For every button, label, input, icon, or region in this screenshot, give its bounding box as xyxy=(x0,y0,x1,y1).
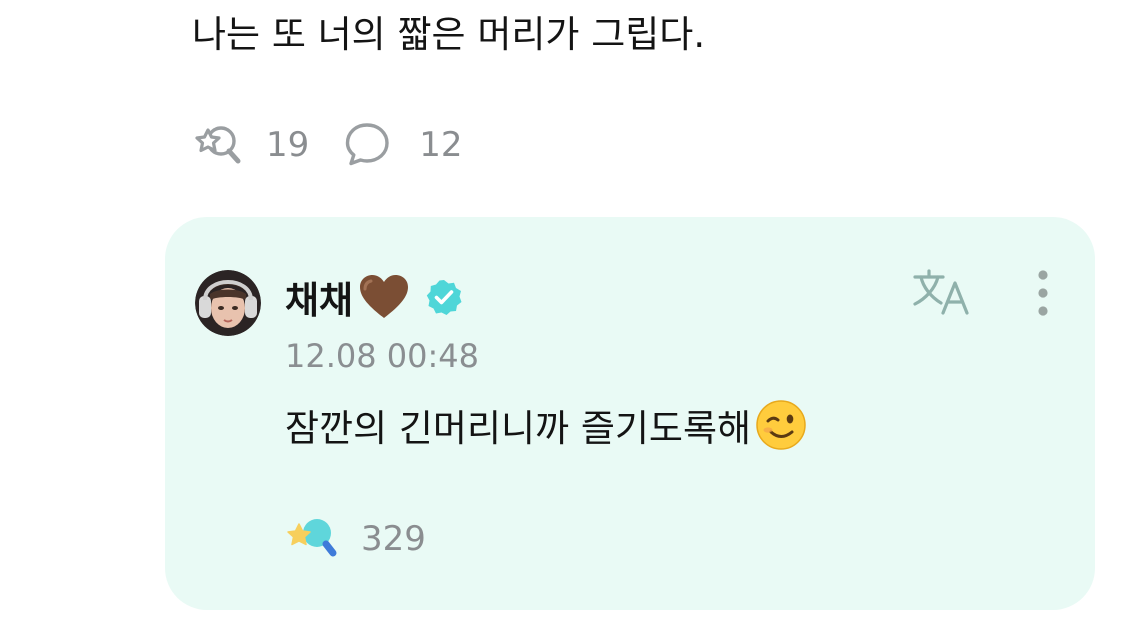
translate-icon xyxy=(911,267,975,323)
speech-bubble-icon xyxy=(345,120,399,170)
comment-text: 잠깐의 긴머리니까 즐기도록해 xyxy=(285,407,752,450)
comment-button[interactable]: 12 xyxy=(345,120,463,170)
post-text: 나는 또 너의 짧은 머리가 그립다. xyxy=(192,13,706,56)
star-wand-filled-icon xyxy=(285,512,339,566)
like-button[interactable]: 19 xyxy=(192,120,309,170)
comment-author-row: 채채 xyxy=(285,269,463,325)
post-actions: 19 12 xyxy=(192,120,463,170)
brown-heart-icon xyxy=(357,272,411,322)
more-options-button[interactable] xyxy=(1021,267,1065,323)
comment-count: 12 xyxy=(419,125,463,165)
like-count: 19 xyxy=(266,125,310,165)
star-wand-icon xyxy=(192,120,246,170)
reaction-count: 329 xyxy=(361,519,426,559)
translate-button[interactable] xyxy=(910,267,976,323)
winking-face-icon xyxy=(755,399,807,451)
comment-timestamp: 12.08 00:48 xyxy=(285,337,479,375)
verified-check-icon xyxy=(425,278,463,316)
avatar[interactable] xyxy=(195,270,261,336)
more-vertical-icon xyxy=(1037,269,1049,321)
comment-author-name[interactable]: 채채 xyxy=(285,270,353,324)
comment-card: 채채 12.08 00:48 잠깐의 긴머리니까 즐기도록해 329 xyxy=(165,217,1095,610)
comment-reaction[interactable]: 329 xyxy=(285,514,426,564)
comment-body: 잠깐의 긴머리니까 즐기도록해 xyxy=(285,397,807,453)
